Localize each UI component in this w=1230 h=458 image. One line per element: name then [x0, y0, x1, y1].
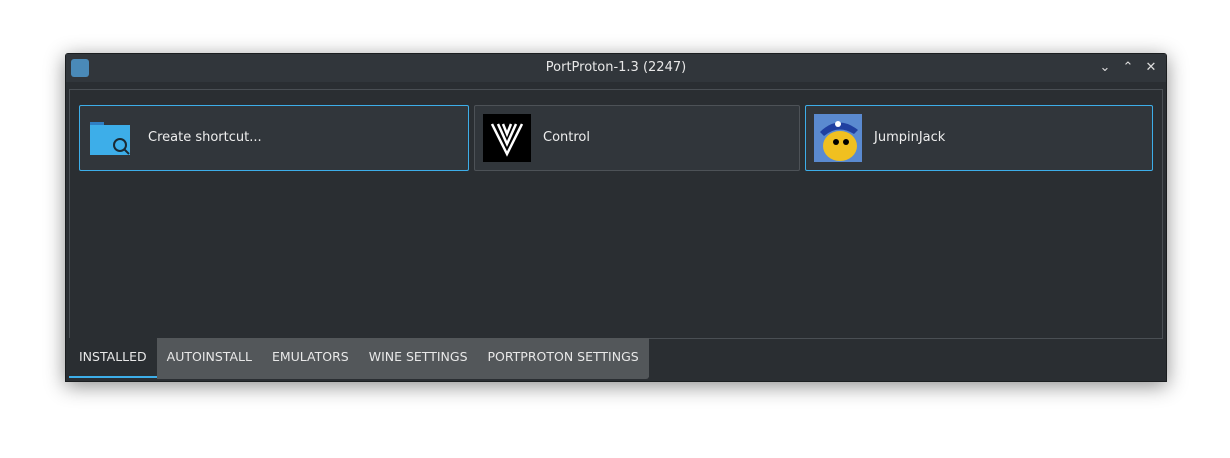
tab-autoinstall[interactable]: AUTOINSTALL: [156, 338, 262, 377]
window-title: PortProton-1.3 (2247): [545, 60, 687, 75]
installed-pane: Create shortcut... Control JumpinJack: [69, 89, 1163, 339]
tab-installed[interactable]: INSTALLED: [69, 338, 157, 378]
card-label: Control: [543, 130, 590, 145]
minimize-button[interactable]: ⌄: [1094, 54, 1116, 82]
title-bar[interactable]: PortProton-1.3 (2247) ⌄ ⌃ ✕: [66, 54, 1166, 82]
card-label: Create shortcut...: [148, 130, 262, 145]
tab-portproton-settings[interactable]: PORTPROTON SETTINGS: [477, 338, 649, 377]
jumpinjack-card[interactable]: JumpinJack: [805, 105, 1153, 171]
create-shortcut-card[interactable]: Create shortcut...: [79, 105, 469, 171]
folder-search-icon: [90, 122, 130, 155]
control-game-icon: [483, 114, 531, 162]
tab-bar: INSTALLED AUTOINSTALL EMULATORS WINE SET…: [69, 338, 649, 379]
tab-emulators[interactable]: EMULATORS: [261, 338, 359, 377]
control-card[interactable]: Control: [474, 105, 800, 171]
jumpinjack-game-icon: [814, 114, 862, 162]
maximize-button[interactable]: ⌃: [1117, 54, 1139, 82]
close-button[interactable]: ✕: [1140, 54, 1162, 82]
app-window: PortProton-1.3 (2247) ⌄ ⌃ ✕ Create short…: [65, 53, 1167, 382]
app-icon: [71, 59, 89, 77]
card-label: JumpinJack: [874, 130, 946, 145]
tab-wine-settings[interactable]: WINE SETTINGS: [358, 338, 478, 377]
